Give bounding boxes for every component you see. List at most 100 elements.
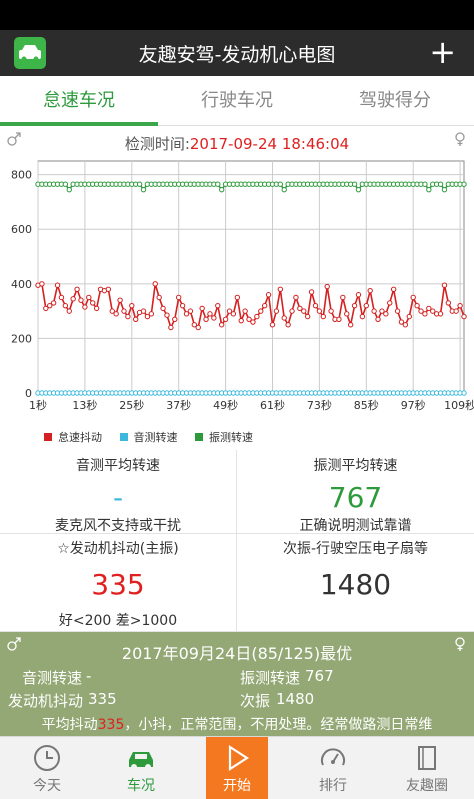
vib-avg-title: 振测平均转速 [313, 458, 398, 474]
vib-rpm-point [422, 181, 428, 187]
secondary-vib-value: 1480 [319, 568, 392, 601]
x-tick-label: 25秒 [119, 398, 144, 412]
summary-sound-value: - [86, 667, 92, 685]
idle-shake-point [340, 294, 346, 301]
idle-shake-point [445, 300, 452, 306]
summary-advice: 平均抖动335，小抖，正常范围，不用处理。经常做路测日常维 [0, 714, 474, 734]
summary-row-shake: 发动机抖动 335 次振 1480 [0, 690, 474, 712]
idle-shake-point [117, 297, 123, 303]
x-tick-label: 49秒 [213, 398, 238, 412]
add-button[interactable]: + [429, 34, 456, 70]
title-bar: 友趣安驾-发动机心电图 + [0, 30, 474, 76]
idle-shake-point [261, 302, 268, 309]
idle-shake-point [422, 311, 428, 317]
sound-rpm-point [461, 390, 467, 396]
summary-shake-value: 335 [88, 690, 117, 708]
idle-shake-point [222, 316, 229, 323]
x-tick-label: 37秒 [166, 398, 191, 412]
idle-shake-point [355, 292, 362, 298]
idle-shake-point [461, 313, 467, 320]
idle-shake-point [179, 302, 186, 309]
nav-friends-circle[interactable]: 友趣圈 [380, 737, 474, 799]
idle-shake-point [336, 316, 342, 323]
idle-shake-point [273, 308, 280, 314]
summary-date: 2017年09月24日(85/125)最优 [121, 644, 353, 663]
nav-ranking[interactable]: 排行 [286, 737, 380, 799]
idle-shake-point [211, 315, 217, 321]
sound-avg-cell: 音测平均转速 - 麦克风不支持或干扰 [0, 450, 237, 534]
idle-shake-point [285, 322, 291, 328]
idle-shake-point [234, 294, 241, 301]
idle-shake-point [113, 311, 119, 317]
idle-shake-point [328, 308, 334, 314]
idle-shake-point [238, 317, 244, 324]
idle-shake-point [133, 316, 139, 323]
plot-frame [37, 160, 465, 394]
book-icon [418, 746, 436, 770]
idle-shake-point [199, 305, 205, 312]
summary-panel: 2017年09月24日(85/125)最优 音测转速 - 振测转速 767 发动… [0, 632, 474, 736]
summary-second-label: 次振 [240, 692, 271, 710]
vib-rpm-point [66, 186, 72, 193]
advice-value: 335 [97, 717, 125, 733]
nav-today[interactable]: 今天 [0, 737, 94, 799]
idle-shake-point [172, 316, 178, 323]
y-tick-label: 400 [11, 278, 32, 291]
tab-driving-score[interactable]: 驾驶得分 [316, 76, 474, 126]
vib-rpm-point [281, 186, 287, 193]
advice-prefix: 平均抖动 [41, 717, 98, 733]
secondary-vib-cell: 次振-行驶空压电子扇等 1480 [237, 534, 474, 632]
status-bar [0, 0, 474, 30]
car-icon [129, 752, 153, 770]
idle-shake-point [86, 294, 92, 301]
x-tick-label: 85秒 [354, 398, 379, 412]
idle-shake-point [308, 289, 315, 295]
idle-shake-point [394, 308, 401, 314]
x-tick-label: 1秒 [29, 398, 47, 412]
idle-shake-point [66, 308, 72, 314]
idle-shake-point [289, 308, 295, 314]
tab-driving-condition[interactable]: 行驶车况 [158, 76, 316, 126]
idle-shake-point [312, 302, 319, 309]
idle-shake-point [324, 283, 330, 290]
idle-shake-point [344, 311, 350, 317]
idle-shake-point [254, 313, 260, 320]
nav-car-condition[interactable]: 车况 [94, 737, 188, 799]
tab-idle-condition[interactable]: 怠速车况 [0, 76, 158, 126]
legend-idle-shake: 怠速抖动 [58, 431, 102, 444]
engine-shake-note: 好<200 差>1000 [58, 613, 178, 629]
y-tick-label: 200 [11, 332, 32, 345]
idle-shake-point [383, 311, 389, 317]
idle-shake-point [453, 308, 459, 314]
vib-avg-note: 正确说明测试靠谱 [299, 518, 412, 534]
vib-rpm-point [140, 186, 147, 193]
vib-rpm-point [426, 186, 432, 193]
nav-start[interactable]: 开始 [206, 737, 268, 799]
summary-second-value: 1480 [276, 690, 315, 708]
idle-shake-point [78, 297, 84, 303]
idle-shake-point [164, 312, 170, 318]
idle-shake-point [351, 302, 358, 309]
idle-shake-point [250, 319, 256, 325]
idle-shake-point [156, 294, 162, 301]
nav-car-label: 车况 [127, 778, 155, 794]
idle-shake-point [316, 308, 323, 314]
idle-shake-point [160, 305, 166, 312]
secondary-vib-title: 次振-行驶空压电子扇等 [282, 541, 429, 557]
idle-shake-point [218, 322, 225, 328]
vib-avg-value: 767 [328, 481, 383, 514]
idle-shake-point [402, 322, 409, 328]
app-title: 友趣安驾-发动机心电图 [138, 44, 336, 66]
idle-shake-point [437, 311, 444, 317]
nav-ranking-label: 排行 [319, 778, 347, 794]
idle-shake-point [70, 296, 76, 302]
idle-shake-point [281, 315, 287, 321]
engine-ecg-chart: 02004006008001秒 13秒 25秒 37秒 49秒 61秒 73秒 85秒 97秒 1… [11, 160, 474, 412]
vib-rpm-point [215, 181, 221, 187]
legend-swatch-sound-rpm [119, 433, 128, 441]
nav-friends-label: 友趣圈 [406, 778, 448, 794]
chart-panel: 检测时间:2017-09-24 18:46:04 0 200 400 600 800 1秒… [0, 127, 474, 450]
engine-shake-title: ☆发动机抖动(主振) [57, 541, 179, 557]
vib-rpm-point [461, 181, 467, 187]
vib-rpm-point [437, 181, 444, 187]
